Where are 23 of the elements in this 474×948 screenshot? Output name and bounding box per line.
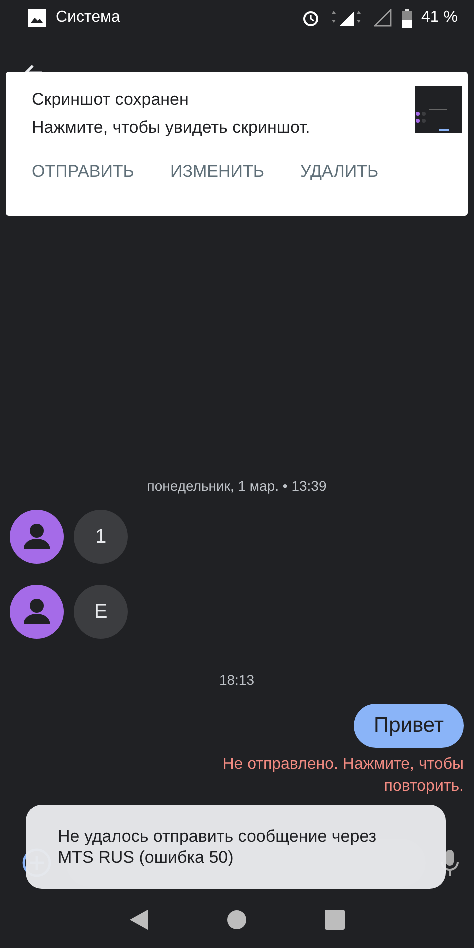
screenshot-notification[interactable]: Скриншот сохранен Нажмите, чтобы увидеть скриншот. ОТПРАВИТЬ ИЗМЕНИТЬ УДАЛИТЬ bbox=[6, 72, 468, 216]
notification-action[interactable]: ОТПРАВИТЬ bbox=[32, 162, 134, 182]
send-error-text[interactable]: Не отправлено. Нажмите, чтобы повторить. bbox=[214, 754, 464, 798]
notification-text: Нажмите, чтобы увидеть скриншот. bbox=[32, 118, 310, 138]
back-icon[interactable] bbox=[129, 909, 149, 931]
notification-app-name: Система bbox=[56, 9, 120, 27]
snackbar-text: Не удалось отправить сообщение через MTS RUS (ошибка 50) bbox=[58, 826, 378, 868]
alarm-icon bbox=[302, 9, 320, 27]
battery-icon bbox=[402, 8, 412, 28]
date-separator: 18:13 bbox=[218, 672, 256, 688]
battery-percent: 41 % bbox=[422, 9, 458, 27]
avatar-icon bbox=[10, 585, 64, 639]
image-icon bbox=[28, 9, 46, 27]
notification-action[interactable]: УДАЛИТЬ bbox=[300, 162, 379, 182]
notification-action[interactable]: ИЗМЕНИТЬ bbox=[170, 162, 264, 182]
message-bubble[interactable]: Привет bbox=[354, 704, 464, 748]
message-bubble[interactable]: E bbox=[74, 585, 128, 639]
signal-icon bbox=[374, 9, 392, 27]
message-bubble[interactable]: 1 bbox=[74, 510, 128, 564]
notification-title: Скриншот сохранен bbox=[32, 90, 190, 110]
avatar-icon bbox=[10, 510, 64, 564]
date-separator: понедельник, 1 мар. • 13:39 bbox=[146, 478, 328, 494]
home-icon[interactable] bbox=[227, 910, 247, 930]
